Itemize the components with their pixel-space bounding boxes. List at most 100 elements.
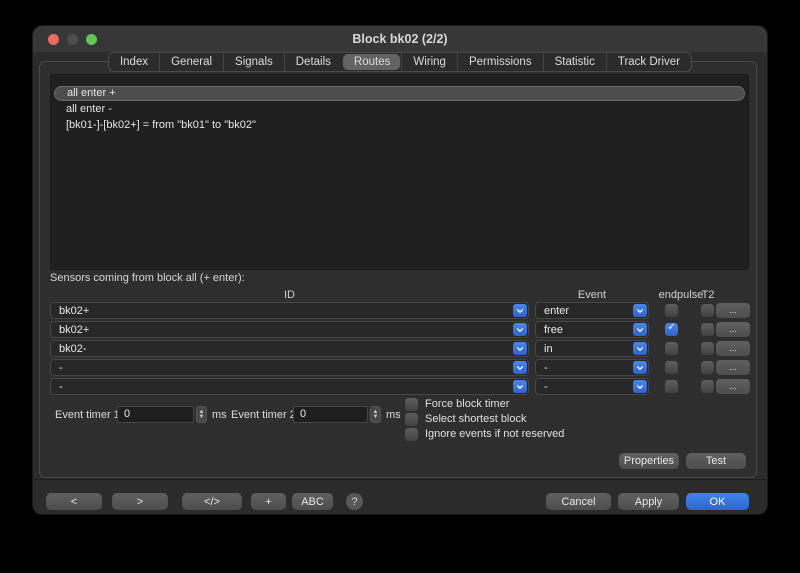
sensor-id-value: bk02+ [59,323,89,337]
sensor-event-value: - [544,361,548,375]
sensor-row: - - ... [40,359,756,376]
list-item[interactable]: all enter - [54,102,745,117]
list-item[interactable]: [bk01-]-[bk02+] = from "bk01" to "bk02" [54,118,745,133]
chevron-down-icon[interactable] [513,361,527,374]
stepper-down-icon[interactable]: ▼ [373,415,379,420]
sensor-id-select[interactable]: bk02+ [50,321,529,338]
select-shortest-block-option: Select shortest block [405,412,527,426]
t2-checkbox[interactable] [701,323,714,336]
properties-button[interactable]: Properties [619,453,679,469]
add-button[interactable]: + [251,493,286,510]
dialog-window: Block bk02 (2/2) Index General Signals D… [32,25,768,515]
event-timer1-stepper[interactable]: ▲▼ [196,406,207,423]
sensor-id-value: bk02+ [59,304,89,318]
sensor-id-select[interactable]: - [50,378,529,395]
sensor-row: bk02- in ... [40,340,756,357]
abc-button[interactable]: ABC [292,493,333,510]
event-timer2-input[interactable]: 0 [293,406,368,423]
window-title: Block bk02 (2/2) [33,32,767,46]
ignore-events-option: Ignore events if not reserved [405,427,564,441]
sensor-event-value: in [544,342,553,356]
column-header-t2: T2 [698,289,718,301]
sensor-id-select[interactable]: bk02+ [50,302,529,319]
endpulse-checkbox[interactable] [665,323,678,336]
chevron-down-icon[interactable] [633,342,647,355]
sensor-event-select[interactable]: free [535,321,649,338]
event-timer2-label: Event timer 2 [231,409,296,421]
sensor-id-value: - [59,380,63,394]
sensor-event-select[interactable]: enter [535,302,649,319]
ignore-events-label: Ignore events if not reserved [425,428,564,440]
sensor-event-select[interactable]: - [535,359,649,376]
tab-signals[interactable]: Signals [223,53,284,71]
title-bar[interactable]: Block bk02 (2/2) [33,26,767,52]
force-block-timer-option: Force block timer [405,397,509,411]
endpulse-checkbox[interactable] [665,361,678,374]
chevron-down-icon[interactable] [513,380,527,393]
tab-strip: Index General Signals Details Routes Wir… [33,52,767,72]
more-button[interactable]: ... [716,322,750,337]
tab-index[interactable]: Index [109,53,159,71]
sensor-id-value: bk02- [59,342,87,356]
event-timer1-unit: ms [212,409,227,421]
ok-button[interactable]: OK [686,493,749,510]
sensor-id-value: - [59,361,63,375]
apply-button[interactable]: Apply [618,493,679,510]
t2-checkbox[interactable] [701,304,714,317]
sensor-row: bk02+ free ... [40,321,756,338]
sensor-id-select[interactable]: - [50,359,529,376]
test-button[interactable]: Test [686,453,746,469]
help-button[interactable]: ? [346,493,363,510]
chevron-down-icon[interactable] [633,304,647,317]
t2-checkbox[interactable] [701,380,714,393]
sensor-event-value: - [544,380,548,394]
more-button[interactable]: ... [716,341,750,356]
column-header-id: ID [50,289,529,301]
force-block-timer-label: Force block timer [425,398,509,410]
sensor-row: - - ... [40,378,756,395]
tab-permissions[interactable]: Permissions [457,53,543,71]
sensor-row: bk02+ enter ... [40,302,756,319]
routes-tab-panel: all enter + all enter - [bk01-]-[bk02+] … [39,61,757,478]
tab-wiring[interactable]: Wiring [401,53,457,71]
sensors-section-label: Sensors coming from block all (+ enter): [50,272,245,284]
list-item[interactable]: all enter + [54,86,745,101]
chevron-down-icon[interactable] [633,380,647,393]
tab-general[interactable]: General [159,53,223,71]
sensor-event-select[interactable]: - [535,378,649,395]
more-button[interactable]: ... [716,360,750,375]
sensor-id-select[interactable]: bk02- [50,340,529,357]
chevron-down-icon[interactable] [513,323,527,336]
prev-route-button[interactable]: < [46,493,102,510]
next-route-button[interactable]: > [112,493,168,510]
sensor-event-value: enter [544,304,569,318]
column-header-event: Event [535,289,649,301]
chevron-down-icon[interactable] [633,323,647,336]
more-button[interactable]: ... [716,379,750,394]
sensor-event-value: free [544,323,563,337]
tab-track-driver[interactable]: Track Driver [606,53,691,71]
force-block-timer-checkbox[interactable] [405,398,418,411]
ignore-events-checkbox[interactable] [405,428,418,441]
routes-list[interactable]: all enter + all enter - [bk01-]-[bk02+] … [50,74,749,270]
endpulse-checkbox[interactable] [665,380,678,393]
event-timer1-input[interactable]: 0 [117,406,194,423]
endpulse-checkbox[interactable] [665,342,678,355]
tab-routes[interactable]: Routes [343,54,400,70]
tab-statistic[interactable]: Statistic [543,53,606,71]
chevron-down-icon[interactable] [633,361,647,374]
more-button[interactable]: ... [716,303,750,318]
footer-divider [33,479,767,480]
endpulse-checkbox[interactable] [665,304,678,317]
stepper-down-icon[interactable]: ▼ [199,415,205,420]
t2-checkbox[interactable] [701,342,714,355]
tab-details[interactable]: Details [284,53,342,71]
chevron-down-icon[interactable] [513,342,527,355]
event-timer2-stepper[interactable]: ▲▼ [370,406,381,423]
chevron-down-icon[interactable] [513,304,527,317]
t2-checkbox[interactable] [701,361,714,374]
sensor-event-select[interactable]: in [535,340,649,357]
cancel-button[interactable]: Cancel [546,493,611,510]
select-shortest-block-checkbox[interactable] [405,413,418,426]
code-button[interactable]: </> [182,493,242,510]
